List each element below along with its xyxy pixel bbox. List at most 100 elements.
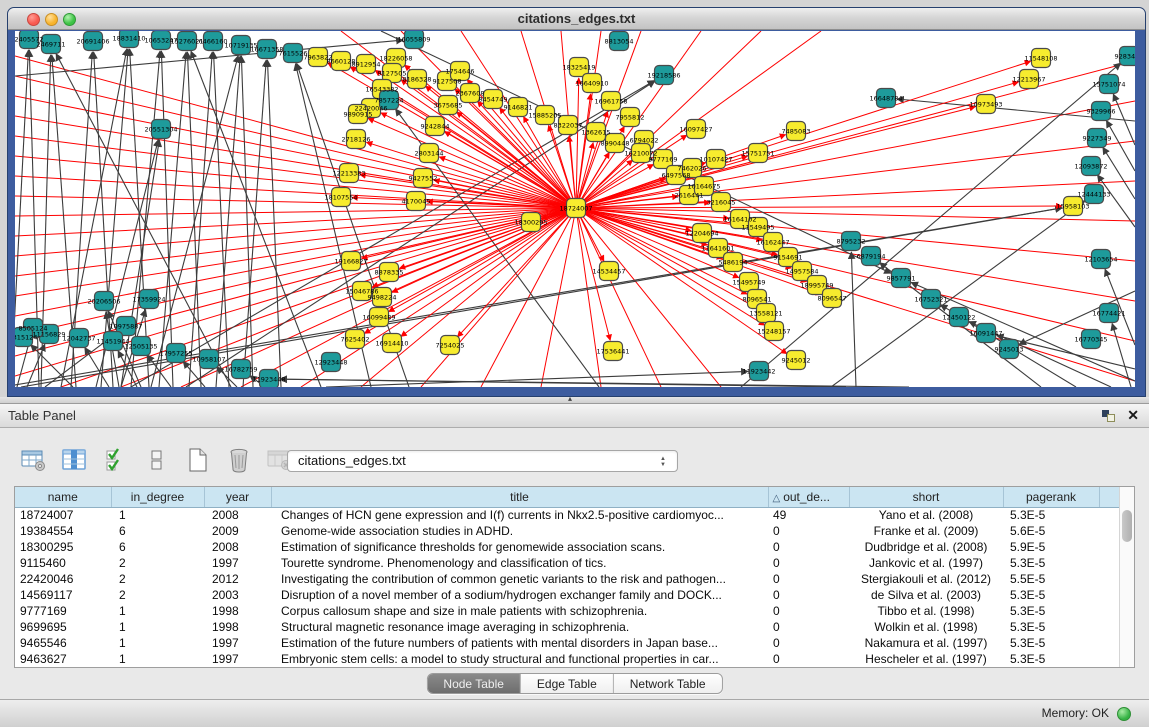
- column-header-short[interactable]: short: [849, 487, 1003, 507]
- svg-text:9857791: 9857791: [887, 274, 916, 282]
- svg-text:18724007: 18724007: [559, 204, 592, 212]
- table-select-dropdown[interactable]: citations_edges.txt ▲▼: [287, 450, 678, 472]
- table-scrollbar[interactable]: [1119, 487, 1134, 667]
- window-titlebar[interactable]: citations_edges.txt: [8, 8, 1145, 30]
- tab-node-table[interactable]: Node Table: [427, 674, 521, 693]
- column-header-out_de[interactable]: △out_de...: [768, 487, 849, 507]
- svg-text:16774421: 16774421: [1092, 309, 1125, 317]
- column-header-year[interactable]: year: [204, 487, 271, 507]
- svg-text:6497568: 6497568: [662, 171, 691, 179]
- table-cell: 0: [768, 555, 849, 571]
- svg-text:11548108: 11548108: [1024, 54, 1057, 62]
- svg-text:15958103: 15958103: [1056, 202, 1089, 210]
- svg-text:10975887: 10975887: [109, 322, 142, 330]
- table-row[interactable]: 1830029562008Estimation of significance …: [15, 539, 1120, 555]
- tab-edge-table[interactable]: Edge Table: [521, 674, 614, 693]
- panel-title: Table Panel: [8, 404, 76, 428]
- table-row[interactable]: 977716911998Corpus callosum shape and si…: [15, 603, 1120, 619]
- svg-text:8322037: 8322037: [554, 121, 583, 129]
- svg-text:3216045: 3216045: [707, 198, 736, 206]
- close-panel-icon[interactable]: ✕: [1127, 407, 1139, 424]
- svg-text:2616441: 2616441: [675, 191, 704, 199]
- svg-text:16099489: 16099489: [362, 313, 395, 321]
- svg-text:18107554: 18107554: [324, 193, 357, 201]
- svg-text:4170045: 4170045: [402, 197, 431, 205]
- column-header-pagerank[interactable]: pagerank: [1003, 487, 1099, 507]
- table-cell: 9777169: [15, 603, 111, 619]
- table-cell: 1: [111, 507, 204, 523]
- column-header-name[interactable]: name: [15, 487, 111, 507]
- table-cell: 6: [111, 539, 204, 555]
- svg-text:9329966: 9329966: [1087, 107, 1116, 115]
- column-header-title[interactable]: title: [271, 487, 768, 507]
- svg-text:8795232: 8795232: [837, 237, 866, 245]
- svg-text:17359924: 17359924: [132, 295, 165, 303]
- attribute-table: namein_degreeyeartitle△out_de...shortpag…: [14, 486, 1135, 668]
- table-cell: 1997: [204, 555, 271, 571]
- table-cell: 5.5E-5: [1003, 571, 1099, 587]
- table-cell: 18724007: [15, 507, 111, 523]
- svg-text:19218586: 19218586: [647, 71, 680, 79]
- svg-text:15751751: 15751751: [741, 149, 774, 157]
- svg-text:8813054: 8813054: [605, 37, 634, 45]
- svg-text:11923448: 11923448: [252, 375, 285, 383]
- svg-text:20551304: 20551304: [144, 125, 177, 133]
- table-row[interactable]: 946362711997Embryonic stem cells: a mode…: [15, 651, 1120, 667]
- svg-text:1362615: 1362615: [582, 128, 611, 136]
- svg-text:18300295: 18300295: [514, 218, 547, 226]
- network-canvas[interactable]: 1872400786601288912954182260589127505165…: [15, 31, 1135, 387]
- table-cell: Yano et al. (2008): [849, 507, 1003, 523]
- table-settings-icon[interactable]: [20, 446, 48, 474]
- table-row[interactable]: 1456911722003Disruption of a novel membe…: [15, 587, 1120, 603]
- svg-text:11549495: 11549495: [741, 223, 774, 231]
- table-cell: Stergiakouli et al. (2012): [849, 571, 1003, 587]
- scrollbar-thumb[interactable]: [1122, 510, 1132, 542]
- table-cell: 2008: [204, 507, 271, 523]
- dropdown-stepper-icon: ▲▼: [657, 453, 669, 471]
- svg-text:14534457: 14534457: [592, 267, 625, 275]
- svg-text:8990448: 8990448: [601, 139, 630, 147]
- table-cell: 2003: [204, 587, 271, 603]
- memory-ok-led-icon[interactable]: [1117, 707, 1131, 721]
- svg-text:16914410: 16914410: [375, 339, 408, 347]
- svg-text:20206506: 20206506: [87, 297, 120, 305]
- table-row[interactable]: 1938455462009Genome-wide association stu…: [15, 523, 1120, 539]
- table-cell: 19384554: [15, 523, 111, 539]
- svg-text:15248157: 15248157: [757, 327, 790, 335]
- table-cell: 1: [111, 603, 204, 619]
- svg-text:6879194: 6879194: [857, 252, 886, 260]
- delete-trash-icon[interactable]: [225, 446, 253, 474]
- float-panel-icon[interactable]: [1102, 410, 1115, 422]
- table-cell: 5.9E-5: [1003, 539, 1099, 555]
- svg-text:10107427: 10107427: [699, 155, 732, 163]
- table-row[interactable]: 969969511998Structural magnetic resonanc…: [15, 619, 1120, 635]
- table-cell: 0: [768, 539, 849, 555]
- table-row[interactable]: 911546021997Tourette syndrome. Phenomeno…: [15, 555, 1120, 571]
- svg-text:9227349: 9227349: [1083, 134, 1112, 142]
- row-height-icon[interactable]: [143, 446, 171, 474]
- svg-text:9427552: 9427552: [409, 174, 438, 182]
- table-cell: 2008: [204, 539, 271, 555]
- select-all-check-icon[interactable]: [102, 446, 130, 474]
- svg-text:18325419: 18325419: [562, 63, 595, 71]
- table-cell: 5.6E-5: [1003, 523, 1099, 539]
- column-header-in_degree[interactable]: in_degree: [111, 487, 204, 507]
- svg-text:12923448: 12923448: [314, 358, 347, 366]
- table-cell: Investigating the contribution of common…: [271, 571, 768, 587]
- svg-text:16752321: 16752321: [914, 295, 947, 303]
- svg-text:11641601: 11641601: [701, 244, 734, 252]
- table-cell: 18300295: [15, 539, 111, 555]
- tab-network-table[interactable]: Network Table: [614, 674, 722, 693]
- svg-text:12042737: 12042737: [62, 334, 95, 342]
- table-cell: 5.3E-5: [1003, 507, 1099, 523]
- table-row[interactable]: 1872400712008Changes of HCN gene express…: [15, 507, 1120, 523]
- svg-text:3675685: 3675685: [434, 101, 463, 109]
- show-column-icon[interactable]: [61, 446, 89, 474]
- new-table-icon[interactable]: [184, 446, 212, 474]
- table-cell: Wolkin et al. (1998): [849, 619, 1003, 635]
- table-row[interactable]: 946554611997Estimation of the future num…: [15, 635, 1120, 651]
- splitter-handle-icon[interactable]: ▴: [568, 394, 572, 403]
- svg-text:15751074: 15751074: [1092, 80, 1125, 88]
- table-row[interactable]: 2242004622012Investigating the contribut…: [15, 571, 1120, 587]
- svg-text:7462026: 7462026: [678, 164, 707, 172]
